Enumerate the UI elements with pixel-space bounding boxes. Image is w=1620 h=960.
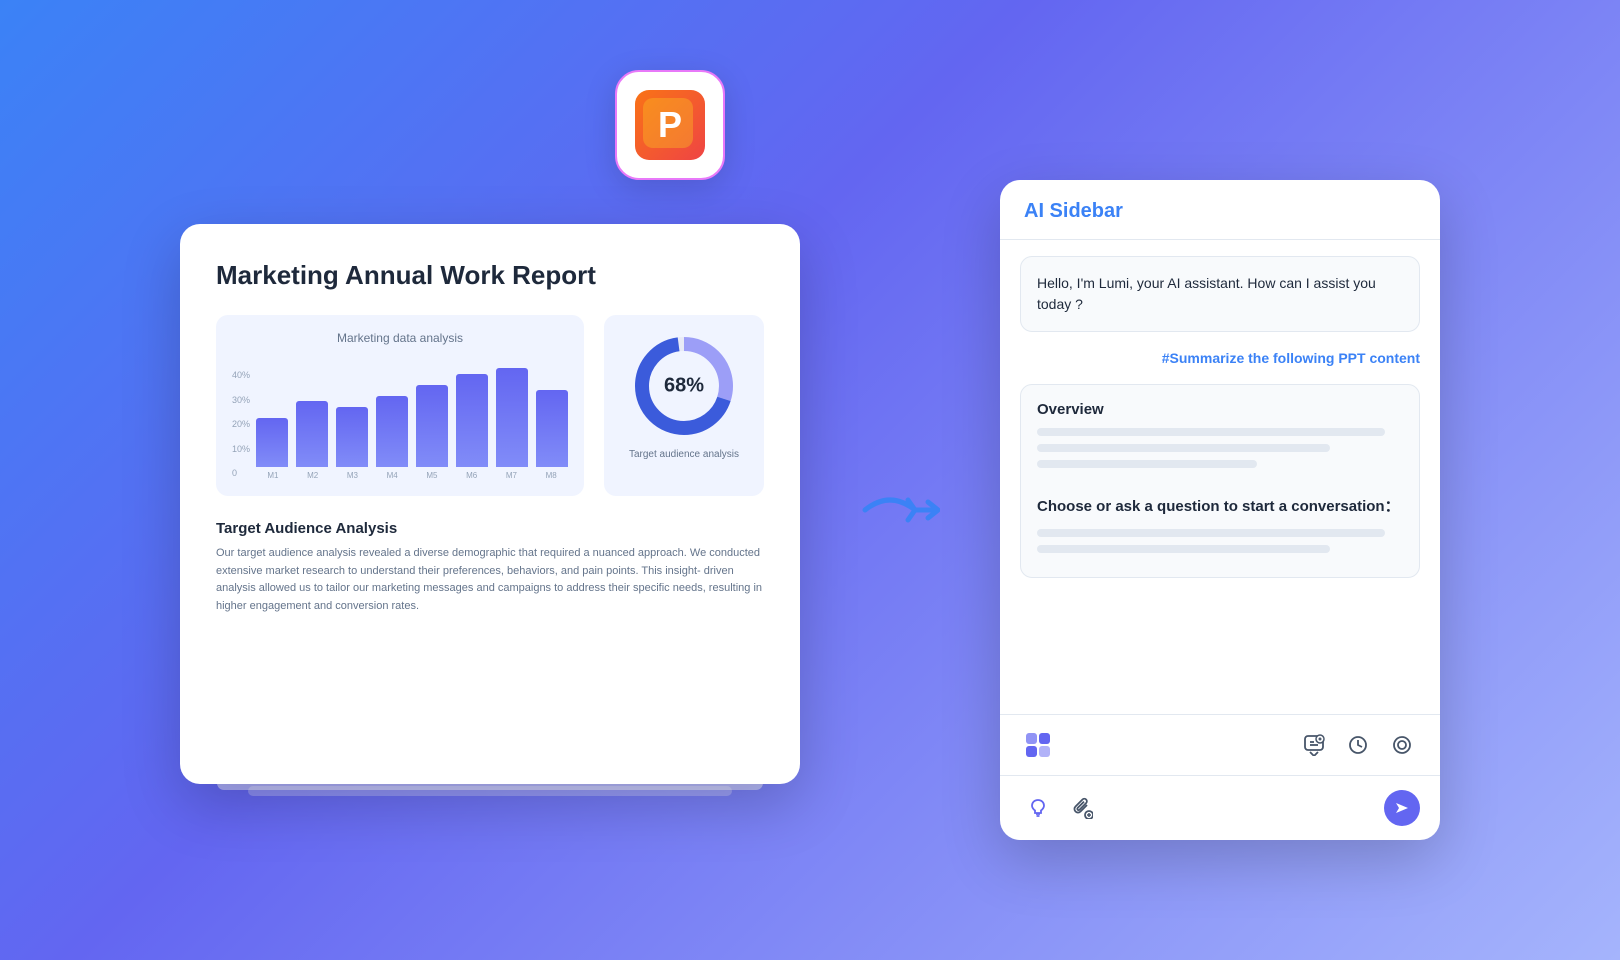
ppt-icon-wrapper: P — [615, 70, 725, 180]
greeting-text: Hello, I'm Lumi, your AI assistant. How … — [1037, 275, 1376, 312]
donut-container: 68% Target audience analysis — [604, 315, 764, 496]
sidebar-title: AI Sidebar — [1024, 200, 1416, 223]
history-button[interactable] — [1340, 727, 1376, 763]
bar-chart-title: Marketing data analysis — [232, 331, 568, 345]
overview-card: Overview Choose or ask a question to sta… — [1020, 384, 1420, 578]
suggestion-chip[interactable]: #Summarize the following PPT content — [1020, 346, 1420, 370]
lightbulb-button[interactable] — [1020, 790, 1056, 826]
bar-chart-container: Marketing data analysis 40% 30% 20% 10% … — [216, 315, 584, 496]
ai-sidebar: AI Sidebar Hello, I'm Lumi, your AI assi… — [1000, 180, 1440, 840]
skeleton-line-2 — [1037, 444, 1330, 452]
skeleton-line-5 — [1037, 545, 1330, 553]
toolbar-icons-right — [1296, 727, 1420, 763]
slide-panel: Marketing Annual Work Report Marketing d… — [180, 224, 800, 784]
ppt-letter-icon: P — [635, 90, 705, 160]
send-button[interactable] — [1384, 790, 1420, 826]
bar-m6 — [456, 374, 488, 468]
audience-section: Target Audience Analysis Our target audi… — [216, 520, 764, 615]
bar-m1 — [256, 418, 288, 468]
bar-m2 — [296, 401, 328, 467]
bar-m5 — [416, 385, 448, 468]
y-labels: 40% 30% 20% 10% 0 — [232, 370, 250, 480]
skeleton-line-4 — [1037, 529, 1385, 537]
new-chat-button[interactable] — [1296, 727, 1332, 763]
ppt-icon: P — [615, 70, 725, 180]
bar-labels: M1 M2 M3 M4 M5 M6 M7 M8 — [256, 471, 568, 480]
arrow-connector — [860, 480, 940, 540]
bar-m8 — [536, 390, 568, 467]
settings-button[interactable] — [1384, 727, 1420, 763]
sidebar-header: AI Sidebar — [1000, 180, 1440, 240]
skeleton-line-3 — [1037, 460, 1257, 468]
bar-m3 — [336, 407, 368, 468]
donut-chart: 68% — [629, 331, 739, 441]
sidebar-input-area — [1000, 775, 1440, 840]
ai-greeting-bubble: Hello, I'm Lumi, your AI assistant. How … — [1020, 256, 1420, 332]
bar-m7 — [496, 368, 528, 467]
slide-shadow-2 — [248, 786, 732, 796]
overview-title: Overview — [1037, 401, 1403, 418]
donut-value: 68% — [664, 375, 704, 398]
main-container: P Marketing Annual Work Report Marketing… — [110, 120, 1510, 840]
app-icon-button[interactable] — [1020, 727, 1056, 763]
bar-chart — [256, 357, 568, 467]
sidebar-toolbar — [1000, 714, 1440, 775]
attach-button[interactable] — [1064, 790, 1100, 826]
input-icons-left — [1020, 790, 1100, 826]
charts-row: Marketing data analysis 40% 30% 20% 10% … — [216, 315, 764, 496]
sidebar-content: Hello, I'm Lumi, your AI assistant. How … — [1000, 240, 1440, 714]
skeleton-line-1 — [1037, 428, 1385, 436]
audience-text: Our target audience analysis revealed a … — [216, 545, 764, 615]
conversation-prompt: Choose or ask a question to start a conv… — [1037, 496, 1403, 519]
bar-m4 — [376, 396, 408, 468]
slide-title: Marketing Annual Work Report — [216, 260, 764, 291]
audience-title: Target Audience Analysis — [216, 520, 764, 537]
donut-caption: Target audience analysis — [629, 449, 739, 460]
